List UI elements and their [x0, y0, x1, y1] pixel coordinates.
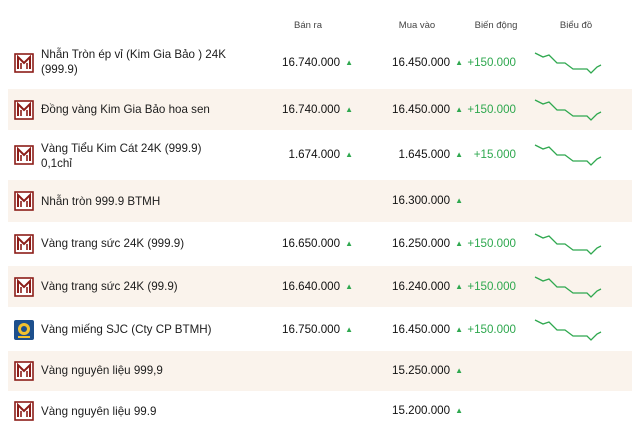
sell-price-value: 1.674.000 [288, 148, 341, 161]
buy-price-value: 16.240.000 [392, 279, 451, 293]
buy-price-value: 16.450.000 [392, 322, 451, 336]
up-arrow-icon: ▲ [345, 324, 353, 334]
product-name[interactable]: Vàng Tiểu Kim Cát 24K (999.9) 0,1chỉ [41, 141, 231, 171]
btmh-logo-icon [14, 191, 34, 211]
up-arrow-icon: ▲ [345, 238, 353, 248]
sell-price: 16.650.000 ▲ [282, 237, 353, 250]
column-header-sell: Bán ra [294, 20, 322, 31]
btmh-logo-icon [14, 400, 34, 421]
table-row[interactable]: Nhẫn Tròn ép vỉ (Kim Gia Bảo ) 24K (999.… [8, 40, 632, 86]
price-sparkline-chart[interactable] [534, 318, 602, 342]
buy-price: 15.200.000 ▲ [392, 404, 463, 417]
buy-price-value: 15.200.000 [392, 403, 451, 417]
column-header-change: Biến động [474, 20, 518, 31]
product-name[interactable]: Vàng nguyên liệu 999,9 [41, 363, 231, 378]
price-sparkline-chart[interactable] [534, 232, 602, 256]
sell-price-value: 16.750.000 [282, 322, 341, 336]
product-name[interactable]: Nhẫn Tròn ép vỉ (Kim Gia Bảo ) 24K (999.… [41, 47, 231, 77]
up-arrow-icon: ▲ [345, 104, 353, 114]
buy-price: 16.250.000 ▲ [392, 237, 463, 250]
sell-price-value: 16.640.000 [282, 279, 341, 293]
price-change: +150.000 [467, 56, 516, 69]
sell-price: 1.674.000 ▲ [289, 148, 354, 161]
price-change: +15.000 [473, 148, 516, 161]
table-row[interactable]: Vàng nguyên liệu 999,9 15.250.000 ▲ [8, 351, 632, 391]
price-sparkline-chart[interactable] [534, 98, 602, 122]
buy-price: 16.450.000 ▲ [392, 323, 463, 336]
sell-price-value: 16.740.000 [282, 56, 341, 69]
table-row[interactable]: Vàng miếng SJC (Cty CP BTMH) 16.750.000 ▲ 1… [8, 309, 632, 350]
buy-price: 16.450.000 ▲ [392, 56, 463, 69]
price-change: +150.000 [467, 236, 516, 250]
up-arrow-icon: ▲ [345, 58, 353, 67]
up-arrow-icon: ▲ [455, 324, 463, 334]
sell-price: 16.740.000 ▲ [282, 103, 353, 116]
product-name[interactable]: Vàng trang sức 24K (99.9) [41, 279, 231, 294]
buy-price: 16.450.000 ▲ [392, 103, 463, 116]
btmh-logo-icon [14, 361, 34, 381]
buy-price-value: 16.300.000 [392, 194, 451, 207]
product-name[interactable]: Vàng nguyên liệu 99.9 [41, 404, 231, 419]
up-arrow-icon: ▲ [455, 405, 463, 415]
up-arrow-icon: ▲ [455, 281, 463, 291]
up-arrow-icon: ▲ [455, 150, 463, 159]
product-name[interactable]: Vàng trang sức 24K (999.9) [41, 236, 231, 251]
table-row[interactable]: Vàng trang sức 24K (99.9) 16.640.000 ▲ 16.2… [8, 266, 632, 307]
up-arrow-icon: ▲ [345, 281, 353, 291]
sell-price: 16.640.000 ▲ [282, 280, 353, 293]
table-row[interactable]: Vàng nguyên liệu 99.9 15.200.000 ▲ [8, 393, 632, 428]
buy-price: 16.300.000 ▲ [392, 194, 463, 207]
price-change: +150.000 [467, 279, 516, 293]
btmh-logo-icon [14, 53, 34, 73]
up-arrow-icon: ▲ [455, 196, 463, 205]
product-name[interactable]: Nhẫn tròn 999.9 BTMH [41, 194, 231, 209]
buy-price-value: 16.250.000 [392, 236, 451, 250]
up-arrow-icon: ▲ [455, 58, 463, 67]
sell-price: 16.750.000 ▲ [282, 323, 353, 336]
price-sparkline-chart[interactable] [534, 51, 602, 75]
up-arrow-icon: ▲ [455, 238, 463, 248]
table-row[interactable]: Vàng trang sức 24K (999.9) 16.650.000 ▲ 16.… [8, 223, 632, 264]
price-sparkline-chart[interactable] [534, 143, 602, 167]
price-sparkline-chart[interactable] [534, 275, 602, 299]
buy-price: 16.240.000 ▲ [392, 280, 463, 293]
sell-price-value: 16.650.000 [282, 236, 341, 250]
sell-price-value: 16.740.000 [282, 102, 341, 116]
table-row[interactable]: Vàng Tiểu Kim Cát 24K (999.9) 0,1chỉ 1.67… [8, 133, 632, 177]
sjc-logo-icon [14, 319, 34, 340]
btmh-logo-icon [14, 276, 34, 297]
table-row[interactable]: Nhẫn tròn 999.9 BTMH 16.300.000 ▲ [8, 180, 632, 222]
buy-price-value: 15.250.000 [392, 364, 451, 377]
price-change: +150.000 [467, 102, 516, 116]
buy-price-value: 16.450.000 [392, 102, 451, 116]
up-arrow-icon: ▲ [345, 150, 353, 159]
up-arrow-icon: ▲ [455, 104, 463, 114]
up-arrow-icon: ▲ [455, 366, 463, 375]
buy-price: 1.645.000 ▲ [399, 148, 464, 161]
buy-price: 15.250.000 ▲ [392, 364, 463, 377]
column-header-buy: Mua vào [398, 20, 436, 31]
sell-price: 16.740.000 ▲ [282, 56, 353, 69]
product-name[interactable]: Đồng vàng Kim Gia Bảo hoa sen [41, 102, 231, 117]
column-header-chart: Biểu đồ [559, 20, 593, 31]
table-header: Bán ra Mua vào Biến động Biểu đồ [0, 0, 640, 40]
buy-price-value: 1.645.000 [398, 148, 451, 161]
price-change: +150.000 [467, 322, 516, 336]
table-row[interactable]: Đồng vàng Kim Gia Bảo hoa sen 16.740.000 ▲… [8, 89, 632, 130]
btmh-logo-icon [14, 233, 34, 254]
btmh-logo-icon [14, 145, 34, 165]
buy-price-value: 16.450.000 [392, 56, 451, 69]
product-name[interactable]: Vàng miếng SJC (Cty CP BTMH) [41, 322, 231, 337]
btmh-logo-icon [14, 99, 34, 120]
